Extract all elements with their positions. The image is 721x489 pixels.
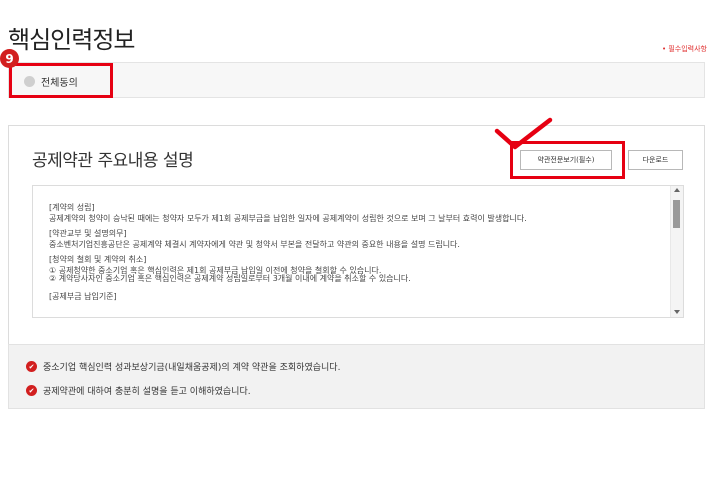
all-agree-label: 전체동의 — [41, 78, 78, 89]
all-agree-option[interactable]: 전체동의 — [24, 74, 78, 89]
terms-section: [청약의 철회 및 계약의 취소] ① 공제청약한 중소기업 혹은 핵심인력은 … — [49, 254, 653, 287]
scroll-up-arrow-icon[interactable] — [674, 188, 680, 192]
confirmation-item[interactable]: ✔ 공제약관에 대하여 충분히 설명을 듣고 이해하였습니다. — [26, 384, 251, 397]
view-full-terms-button[interactable]: 약관전문보기(필수) — [520, 150, 612, 170]
check-circle-icon[interactable]: ✔ — [26, 385, 37, 396]
check-circle-icon[interactable]: ✔ — [26, 361, 37, 372]
terms-card-title: 공제약관 주요내용 설명 — [32, 151, 194, 171]
terms-section-body: 중소벤처기업진흥공단은 공제계약 체결시 계약자에게 약관 및 청약서 부본을 … — [49, 240, 460, 249]
terms-scroll-box[interactable]: [계약의 성립] 공제계약의 청약이 승낙된 때에는 청약자 모두가 제1회 공… — [32, 185, 684, 318]
terms-section-heading: [청약의 철회 및 계약의 취소] — [49, 255, 147, 264]
terms-section-body: ② 계약당사자인 중소기업 혹은 핵심인력은 공제계약 성립일로부터 3개월 이… — [49, 274, 411, 283]
download-button[interactable]: 다운로드 — [628, 150, 683, 170]
terms-section: [약관교부 및 설명의무] 중소벤처기업진흥공단은 공제계약 체결시 계약자에게… — [49, 228, 653, 250]
terms-section-heading: [계약의 성립] — [49, 203, 95, 212]
confirmation-panel — [8, 344, 705, 409]
terms-section: [계약의 성립] 공제계약의 청약이 승낙된 때에는 청약자 모두가 제1회 공… — [49, 202, 653, 224]
terms-section-heading: [약관교부 및 설명의무] — [49, 229, 127, 238]
radio-icon[interactable] — [24, 76, 35, 87]
scrollbar[interactable] — [670, 186, 683, 317]
step-number-badge: 9 — [0, 49, 19, 68]
scroll-thumb[interactable] — [673, 200, 680, 228]
terms-section: [공제부금 납입기준] — [49, 291, 653, 302]
confirmation-text: 중소기업 핵심인력 성과보상기금(내일채움공제)의 계약 약관을 조회하였습니다… — [43, 363, 341, 373]
scroll-down-arrow-icon[interactable] — [674, 310, 680, 314]
confirmation-item[interactable]: ✔ 중소기업 핵심인력 성과보상기금(내일채움공제)의 계약 약관을 조회하였습… — [26, 360, 340, 373]
terms-section-body: 공제계약의 청약이 승낙된 때에는 청약자 모두가 제1회 공제부금을 납입한 … — [49, 214, 527, 223]
required-fields-note: • 필수입력사항 — [662, 45, 707, 53]
confirmation-text: 공제약관에 대하여 충분히 설명을 듣고 이해하였습니다. — [43, 387, 251, 397]
page-title: 핵심인력정보 — [8, 26, 135, 54]
terms-content: [계약의 성립] 공제계약의 청약이 승낙된 때에는 청약자 모두가 제1회 공… — [33, 186, 683, 302]
terms-section-heading: [공제부금 납입기준] — [49, 292, 117, 301]
